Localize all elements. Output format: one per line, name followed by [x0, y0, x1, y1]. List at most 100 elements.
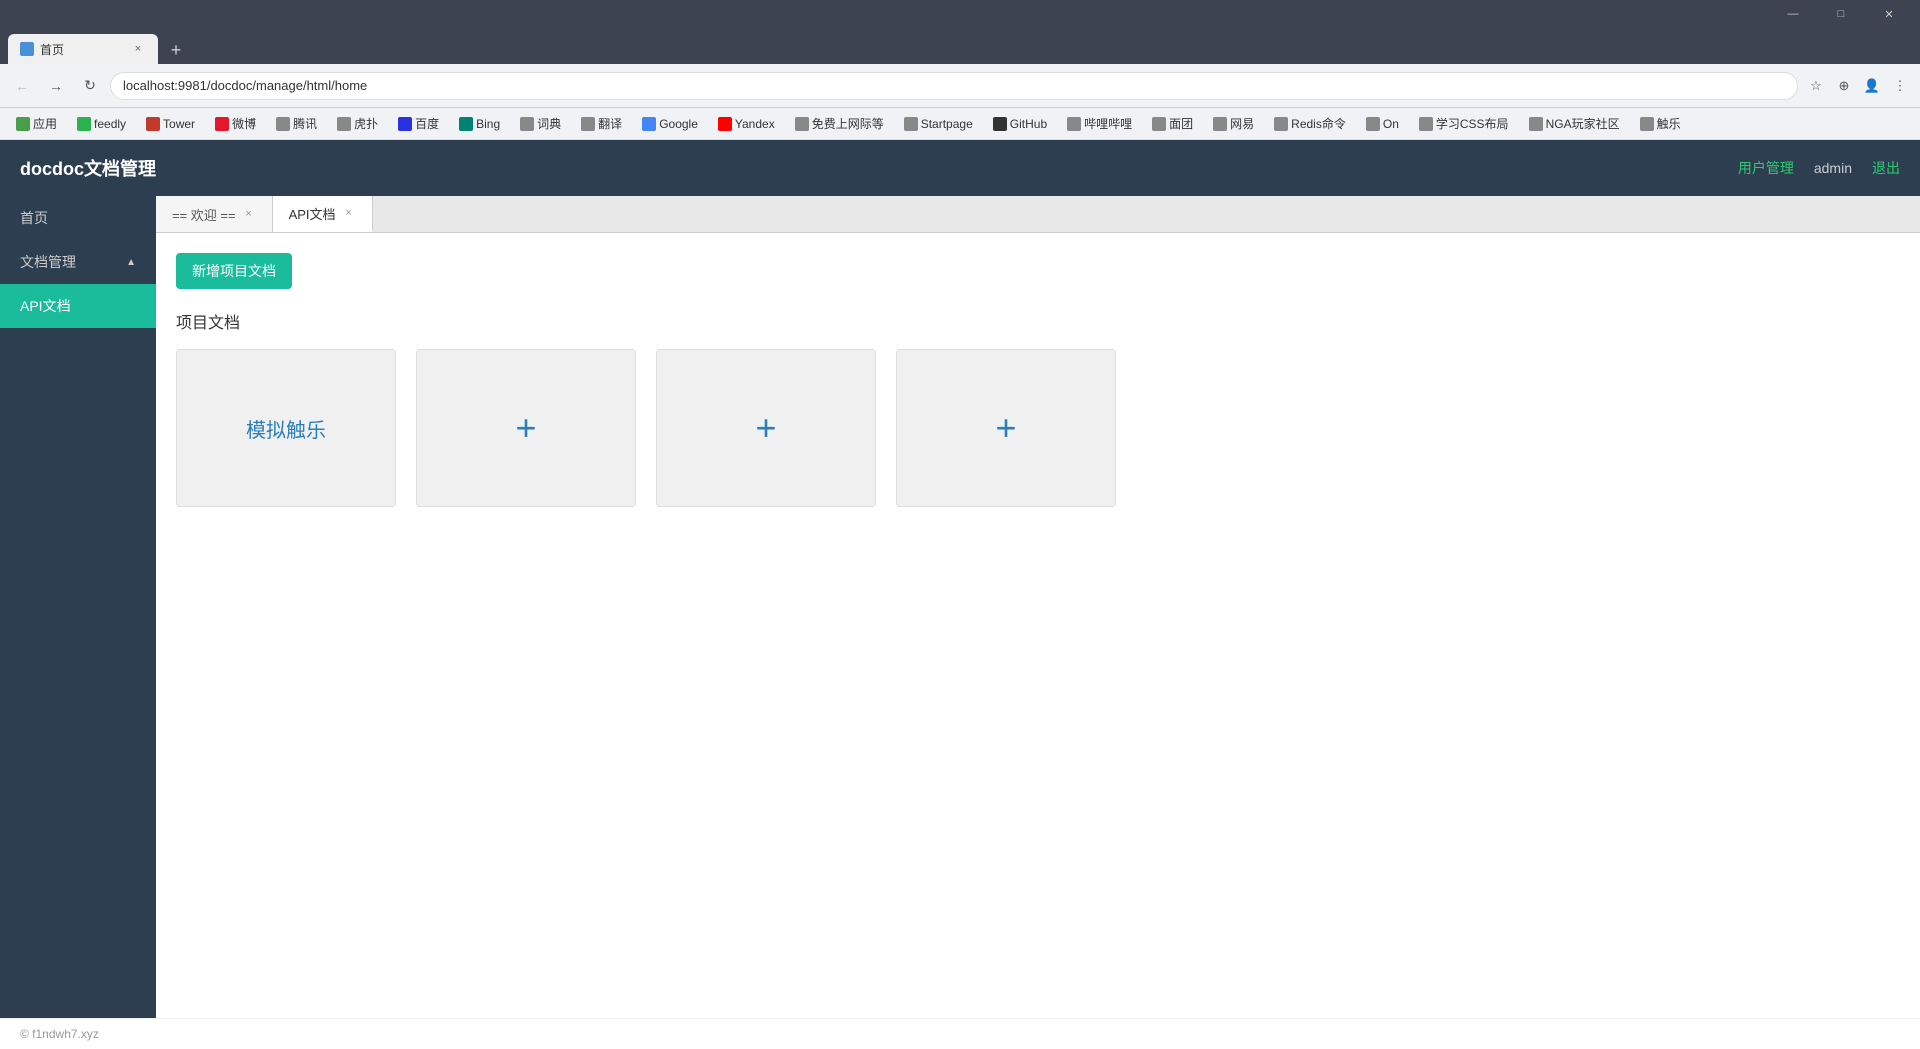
bookmark-redis-icon — [1274, 117, 1288, 131]
bookmark-bilibili-label: 哔哩哔哩 — [1084, 115, 1132, 132]
browser-tab-active[interactable]: 首页 × — [8, 34, 158, 64]
bookmark-nga[interactable]: NGA玩家社区 — [1521, 113, 1628, 134]
app-footer: © f1ndwh7.xyz — [0, 1018, 1920, 1049]
bookmark-miantuan[interactable]: 面团 — [1144, 113, 1201, 134]
project-card-add-2[interactable]: + — [656, 349, 876, 507]
bookmark-baidu-label: 百度 — [415, 115, 439, 132]
bookmark-netease-label: 网易 — [1230, 115, 1254, 132]
tab-welcome[interactable]: == 欢迎 == × — [156, 196, 273, 232]
bookmark-startpage-label: Startpage — [921, 117, 973, 131]
bookmark-css-icon — [1419, 117, 1433, 131]
add-project-button[interactable]: 新增项目文档 — [176, 253, 292, 289]
bookmark-bing-icon — [459, 117, 473, 131]
tab-close-button[interactable]: × — [130, 41, 146, 57]
bookmark-free-label: 免费上网际等 — [812, 115, 884, 132]
bookmark-netease[interactable]: 网易 — [1205, 113, 1262, 134]
bookmark-free-internet[interactable]: 免费上网际等 — [787, 113, 892, 134]
bookmark-redis-label: Redis命令 — [1291, 115, 1346, 132]
new-tab-button[interactable]: + — [162, 36, 190, 64]
bookmark-google[interactable]: Google — [634, 115, 706, 133]
sidebar-arrow-icon: ▲ — [126, 257, 136, 268]
bookmark-cidian-label: 词典 — [537, 115, 561, 132]
section-title: 项目文档 — [176, 309, 1900, 333]
bookmark-baidu-icon — [398, 117, 412, 131]
bookmark-apps-icon — [16, 117, 30, 131]
bookmark-nga-label: NGA玩家社区 — [1546, 115, 1620, 132]
browser-tabs-bar: 首页 × + — [0, 28, 1920, 64]
bookmark-feedly[interactable]: feedly — [69, 115, 134, 133]
sidebar-item-docs-label: 文档管理 — [20, 252, 76, 272]
profile-button[interactable]: 👤 — [1860, 74, 1884, 98]
bookmark-apps[interactable]: 应用 — [8, 113, 65, 134]
bookmark-cidian[interactable]: 词典 — [512, 113, 569, 134]
tab-title: 首页 — [40, 41, 124, 58]
bookmark-fanyi-label: 翻译 — [598, 115, 622, 132]
bookmark-css-label: 学习CSS布局 — [1436, 115, 1509, 132]
bookmark-baidu[interactable]: 百度 — [390, 113, 447, 134]
bookmark-redis[interactable]: Redis命令 — [1266, 113, 1354, 134]
bookmark-hupu-label: 虎扑 — [354, 115, 378, 132]
footer-text: © f1ndwh7.xyz — [20, 1027, 99, 1041]
tab-api-close[interactable]: × — [342, 206, 356, 220]
extensions-button[interactable]: ⊕ — [1832, 74, 1856, 98]
bookmark-css[interactable]: 学习CSS布局 — [1411, 113, 1517, 134]
forward-button[interactable]: → — [42, 72, 70, 100]
bookmark-bing[interactable]: Bing — [451, 115, 508, 133]
project-card-add-1[interactable]: + — [416, 349, 636, 507]
bookmark-github-icon — [993, 117, 1007, 131]
bookmark-weibo[interactable]: 微博 — [207, 113, 264, 134]
bookmark-github[interactable]: GitHub — [985, 115, 1055, 133]
app-wrapper: docdoc文档管理 用户管理 admin 退出 首页 文档管理 ▲ API文档 — [0, 140, 1920, 1049]
project-card-molni[interactable]: 模拟触乐 — [176, 349, 396, 507]
main-content: == 欢迎 == × API文档 × 新增项目文档 项目文档 模拟触乐 — [156, 196, 1920, 1018]
bookmark-cidian-icon — [520, 117, 534, 131]
bookmark-free-icon — [795, 117, 809, 131]
project-card-add-3[interactable]: + — [896, 349, 1116, 507]
bookmark-tower-label: Tower — [163, 117, 195, 131]
add-project-icon-3: + — [995, 407, 1016, 449]
bookmark-bilibili[interactable]: 哔哩哔哩 — [1059, 113, 1140, 134]
bookmark-star-button[interactable]: ☆ — [1804, 74, 1828, 98]
bookmark-feedly-label: feedly — [94, 117, 126, 131]
sidebar-item-api[interactable]: API文档 — [0, 284, 156, 328]
bookmark-weibo-label: 微博 — [232, 115, 256, 132]
minimize-button[interactable]: — — [1770, 0, 1816, 28]
bookmark-fanyi[interactable]: 翻译 — [573, 113, 630, 134]
browser-titlebar: — □ ✕ — [0, 0, 1920, 28]
sidebar-item-home[interactable]: 首页 — [0, 196, 156, 240]
bookmark-yandex[interactable]: Yandex — [710, 115, 783, 133]
refresh-button[interactable]: ↻ — [76, 72, 104, 100]
menu-button[interactable]: ⋮ — [1888, 74, 1912, 98]
app-body: 首页 文档管理 ▲ API文档 == 欢迎 == × API文档 × — [0, 196, 1920, 1018]
bookmark-startpage[interactable]: Startpage — [896, 115, 981, 133]
browser-addressbar: ← → ↻ ☆ ⊕ 👤 ⋮ — [0, 64, 1920, 108]
user-management-link[interactable]: 用户管理 — [1738, 158, 1794, 178]
logout-link[interactable]: 退出 — [1872, 158, 1900, 178]
add-project-icon-2: + — [755, 407, 776, 449]
bookmark-tencent-label: 腾讯 — [293, 115, 317, 132]
tab-api-docs[interactable]: API文档 × — [273, 196, 373, 232]
sidebar: 首页 文档管理 ▲ API文档 — [0, 196, 156, 1018]
bookmark-miantuan-label: 面团 — [1169, 115, 1193, 132]
bookmark-chule[interactable]: 触乐 — [1632, 113, 1689, 134]
bookmark-weibo-icon — [215, 117, 229, 131]
add-project-icon-1: + — [515, 407, 536, 449]
bookmark-netease-icon — [1213, 117, 1227, 131]
close-button[interactable]: ✕ — [1866, 0, 1912, 28]
back-button[interactable]: ← — [8, 72, 36, 100]
maximize-button[interactable]: □ — [1818, 0, 1864, 28]
bookmark-tencent[interactable]: 腾讯 — [268, 113, 325, 134]
tab-welcome-close[interactable]: × — [242, 207, 256, 221]
bookmark-tencent-icon — [276, 117, 290, 131]
tabs-bar: == 欢迎 == × API文档 × — [156, 196, 1920, 233]
toolbar-right: ☆ ⊕ 👤 ⋮ — [1804, 74, 1912, 98]
bookmark-google-label: Google — [659, 117, 698, 131]
bookmark-tower[interactable]: Tower — [138, 115, 203, 133]
bookmark-chule-icon — [1640, 117, 1654, 131]
project-grid: 模拟触乐 + + + — [176, 349, 1900, 507]
bookmark-hupupu[interactable]: 虎扑 — [329, 113, 386, 134]
bookmark-on[interactable]: On — [1358, 115, 1407, 133]
bookmark-tower-icon — [146, 117, 160, 131]
address-input[interactable] — [110, 72, 1798, 100]
sidebar-item-docs[interactable]: 文档管理 ▲ — [0, 240, 156, 284]
